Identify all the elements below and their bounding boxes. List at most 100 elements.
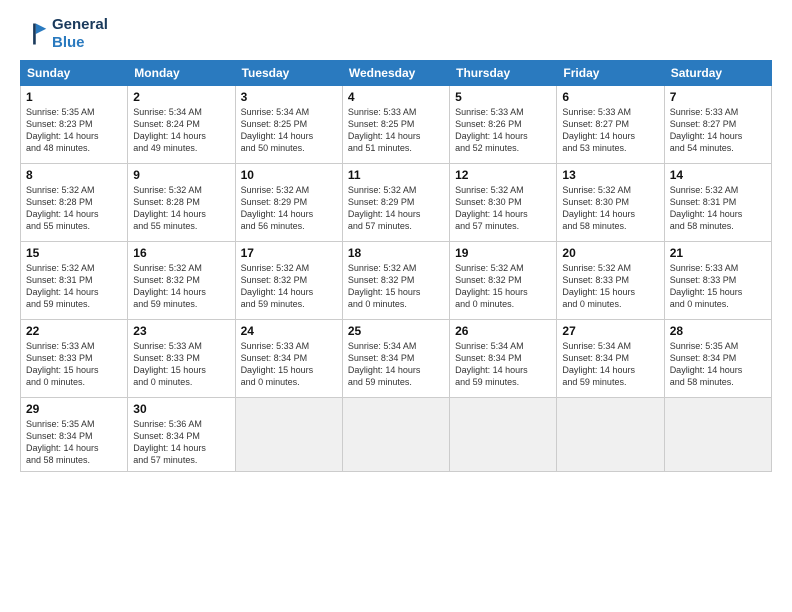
day-number: 12 (455, 168, 551, 182)
day-cell-8: 8 Sunrise: 5:32 AM Sunset: 8:28 PM Daylig… (21, 164, 128, 242)
day-number: 19 (455, 246, 551, 260)
day-info: Sunrise: 5:34 AM Sunset: 8:34 PM Dayligh… (562, 340, 658, 389)
day-cell-17: 17 Sunrise: 5:32 AM Sunset: 8:32 PM Dayli… (235, 242, 342, 320)
col-header-wednesday: Wednesday (342, 61, 449, 86)
empty-cell (664, 398, 771, 472)
day-cell-15: 15 Sunrise: 5:32 AM Sunset: 8:31 PM Dayli… (21, 242, 128, 320)
day-cell-14: 14 Sunrise: 5:32 AM Sunset: 8:31 PM Dayli… (664, 164, 771, 242)
day-info: Sunrise: 5:32 AM Sunset: 8:32 PM Dayligh… (455, 262, 551, 311)
day-number: 4 (348, 90, 444, 104)
col-header-saturday: Saturday (664, 61, 771, 86)
day-number: 26 (455, 324, 551, 338)
day-info: Sunrise: 5:32 AM Sunset: 8:30 PM Dayligh… (562, 184, 658, 233)
day-number: 9 (133, 168, 229, 182)
day-info: Sunrise: 5:34 AM Sunset: 8:25 PM Dayligh… (241, 106, 337, 155)
day-cell-30: 30Sunrise: 5:36 AM Sunset: 8:34 PM Dayli… (128, 398, 235, 472)
day-number: 21 (670, 246, 766, 260)
day-number: 24 (241, 324, 337, 338)
day-cell-22: 22 Sunrise: 5:33 AM Sunset: 8:33 PM Dayli… (21, 320, 128, 398)
day-number: 10 (241, 168, 337, 182)
day-number: 18 (348, 246, 444, 260)
day-info: Sunrise: 5:32 AM Sunset: 8:32 PM Dayligh… (133, 262, 229, 311)
empty-cell (342, 398, 449, 472)
day-info: Sunrise: 5:33 AM Sunset: 8:34 PM Dayligh… (241, 340, 337, 389)
day-cell-18: 18Sunrise: 5:32 AM Sunset: 8:32 PM Dayli… (342, 242, 449, 320)
day-number: 14 (670, 168, 766, 182)
day-number: 25 (348, 324, 444, 338)
day-info: Sunrise: 5:34 AM Sunset: 8:34 PM Dayligh… (455, 340, 551, 389)
col-header-monday: Monday (128, 61, 235, 86)
day-info: Sunrise: 5:32 AM Sunset: 8:31 PM Dayligh… (670, 184, 766, 233)
week-row-1: 1 Sunrise: 5:35 AM Sunset: 8:23 PM Daylig… (21, 86, 772, 164)
day-info: Sunrise: 5:33 AM Sunset: 8:25 PM Dayligh… (348, 106, 444, 155)
day-info: Sunrise: 5:33 AM Sunset: 8:33 PM Dayligh… (670, 262, 766, 311)
day-cell-11: 11 Sunrise: 5:32 AM Sunset: 8:29 PM Dayli… (342, 164, 449, 242)
day-number: 5 (455, 90, 551, 104)
day-number: 2 (133, 90, 229, 104)
day-info: Sunrise: 5:35 AM Sunset: 8:34 PM Dayligh… (670, 340, 766, 389)
day-cell-19: 19 Sunrise: 5:32 AM Sunset: 8:32 PM Dayli… (450, 242, 557, 320)
day-info: Sunrise: 5:32 AM Sunset: 8:32 PM Dayligh… (241, 262, 337, 311)
day-cell-23: 23 Sunrise: 5:33 AM Sunset: 8:33 PM Dayli… (128, 320, 235, 398)
day-number: 13 (562, 168, 658, 182)
day-number: 3 (241, 90, 337, 104)
day-info: Sunrise: 5:32 AM Sunset: 8:33 PM Dayligh… (562, 262, 658, 311)
logo-text: General Blue (52, 16, 108, 52)
day-number: 16 (133, 246, 229, 260)
day-info: Sunrise: 5:33 AM Sunset: 8:33 PM Dayligh… (133, 340, 229, 389)
week-row-4: 22 Sunrise: 5:33 AM Sunset: 8:33 PM Dayli… (21, 320, 772, 398)
day-info: Sunrise: 5:32 AM Sunset: 8:29 PM Dayligh… (348, 184, 444, 233)
day-number: 23 (133, 324, 229, 338)
day-info: Sunrise: 5:33 AM Sunset: 8:27 PM Dayligh… (670, 106, 766, 155)
day-number: 15 (26, 246, 122, 260)
day-number: 1 (26, 90, 122, 104)
col-header-tuesday: Tuesday (235, 61, 342, 86)
empty-cell (450, 398, 557, 472)
day-cell-26: 26 Sunrise: 5:34 AM Sunset: 8:34 PM Dayli… (450, 320, 557, 398)
day-cell-9: 9Sunrise: 5:32 AM Sunset: 8:28 PM Daylig… (128, 164, 235, 242)
day-number: 29 (26, 402, 122, 416)
day-info: Sunrise: 5:34 AM Sunset: 8:34 PM Dayligh… (348, 340, 444, 389)
day-cell-25: 25 Sunrise: 5:34 AM Sunset: 8:34 PM Dayli… (342, 320, 449, 398)
day-info: Sunrise: 5:33 AM Sunset: 8:26 PM Dayligh… (455, 106, 551, 155)
day-number: 28 (670, 324, 766, 338)
page: General Blue SundayMondayTuesdayWednesda… (0, 0, 792, 612)
day-info: Sunrise: 5:32 AM Sunset: 8:31 PM Dayligh… (26, 262, 122, 311)
day-cell-28: 28 Sunrise: 5:35 AM Sunset: 8:34 PM Dayli… (664, 320, 771, 398)
day-info: Sunrise: 5:32 AM Sunset: 8:29 PM Dayligh… (241, 184, 337, 233)
day-info: Sunrise: 5:34 AM Sunset: 8:24 PM Dayligh… (133, 106, 229, 155)
week-row-2: 8 Sunrise: 5:32 AM Sunset: 8:28 PM Daylig… (21, 164, 772, 242)
day-cell-24: 24 Sunrise: 5:33 AM Sunset: 8:34 PM Dayli… (235, 320, 342, 398)
col-header-thursday: Thursday (450, 61, 557, 86)
day-cell-27: 27 Sunrise: 5:34 AM Sunset: 8:34 PM Dayli… (557, 320, 664, 398)
day-cell-20: 20Sunrise: 5:32 AM Sunset: 8:33 PM Dayli… (557, 242, 664, 320)
day-number: 7 (670, 90, 766, 104)
day-number: 11 (348, 168, 444, 182)
logo-icon (20, 20, 48, 48)
day-cell-2: 2 Sunrise: 5:34 AM Sunset: 8:24 PM Daylig… (128, 86, 235, 164)
day-cell-29: 29Sunrise: 5:35 AM Sunset: 8:34 PM Dayli… (21, 398, 128, 472)
day-cell-1: 1 Sunrise: 5:35 AM Sunset: 8:23 PM Daylig… (21, 86, 128, 164)
day-cell-5: 5 Sunrise: 5:33 AM Sunset: 8:26 PM Daylig… (450, 86, 557, 164)
day-number: 27 (562, 324, 658, 338)
header-row: SundayMondayTuesdayWednesdayThursdayFrid… (21, 61, 772, 86)
week-row-5: 29Sunrise: 5:35 AM Sunset: 8:34 PM Dayli… (21, 398, 772, 472)
header: General Blue (20, 16, 772, 52)
day-cell-16: 16 Sunrise: 5:32 AM Sunset: 8:32 PM Dayli… (128, 242, 235, 320)
day-info: Sunrise: 5:35 AM Sunset: 8:23 PM Dayligh… (26, 106, 122, 155)
day-number: 8 (26, 168, 122, 182)
col-header-friday: Friday (557, 61, 664, 86)
day-number: 17 (241, 246, 337, 260)
day-cell-3: 3 Sunrise: 5:34 AM Sunset: 8:25 PM Daylig… (235, 86, 342, 164)
day-number: 22 (26, 324, 122, 338)
day-info: Sunrise: 5:33 AM Sunset: 8:33 PM Dayligh… (26, 340, 122, 389)
col-header-sunday: Sunday (21, 61, 128, 86)
day-number: 30 (133, 402, 229, 416)
day-cell-6: 6Sunrise: 5:33 AM Sunset: 8:27 PM Daylig… (557, 86, 664, 164)
day-info: Sunrise: 5:32 AM Sunset: 8:30 PM Dayligh… (455, 184, 551, 233)
day-cell-21: 21 Sunrise: 5:33 AM Sunset: 8:33 PM Dayli… (664, 242, 771, 320)
day-info: Sunrise: 5:32 AM Sunset: 8:28 PM Dayligh… (26, 184, 122, 233)
logo: General Blue (20, 16, 108, 52)
day-number: 6 (562, 90, 658, 104)
empty-cell (235, 398, 342, 472)
